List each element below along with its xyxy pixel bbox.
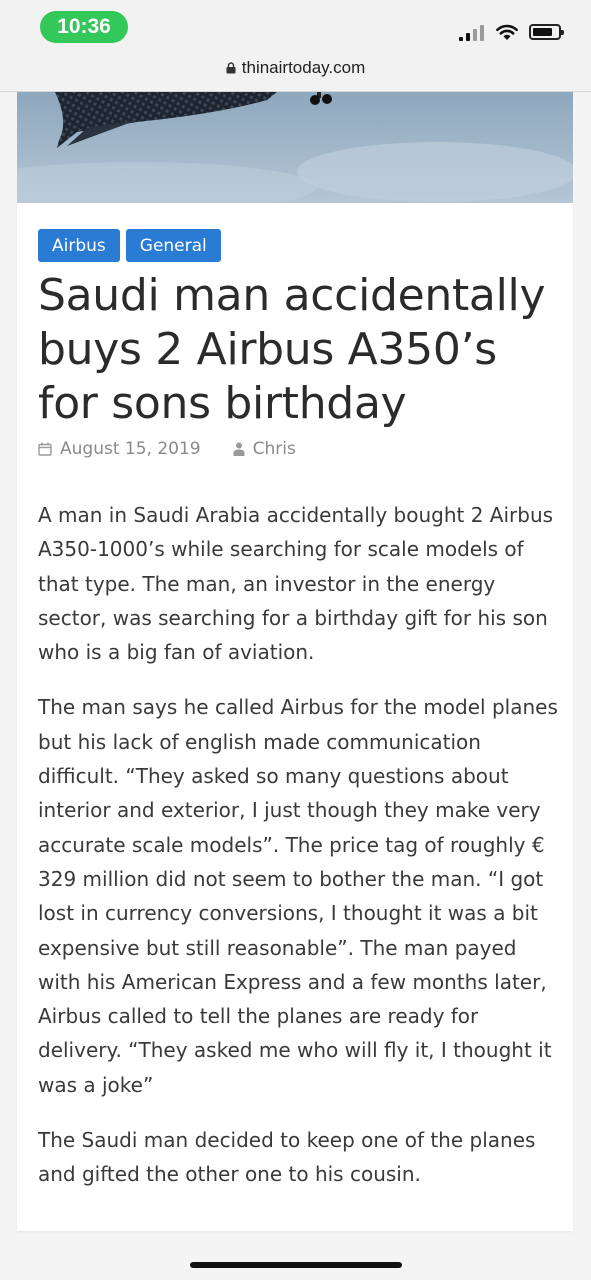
- paragraph: The man says he called Airbus for the mo…: [38, 695, 558, 1097]
- paragraph: The Saudi man decided to keep one of the…: [38, 1128, 536, 1187]
- calendar-icon: [38, 442, 52, 456]
- post-author[interactable]: Chris: [253, 439, 296, 459]
- post-date[interactable]: August 15, 2019: [60, 439, 201, 459]
- airplane-image: [17, 92, 573, 203]
- featured-image: [17, 92, 573, 203]
- cellular-signal-icon: [459, 23, 485, 41]
- user-icon: [233, 442, 245, 456]
- battery-icon: [529, 24, 564, 40]
- home-indicator[interactable]: [190, 1262, 402, 1268]
- status-icons: [459, 20, 564, 44]
- article-card: Airbus General Saudi man accidentally bu…: [17, 203, 573, 1231]
- page: 10:36 thinairtoday.com Airbus General Sa…: [0, 0, 591, 1280]
- paragraph: A man in Saudi Arabia accidentally bough…: [38, 503, 554, 665]
- article-meta: August 15, 2019 Chris: [38, 439, 296, 459]
- url-text[interactable]: thinairtoday.com: [242, 58, 365, 78]
- category-tags: Airbus General: [38, 229, 221, 262]
- tag-airbus[interactable]: Airbus: [38, 229, 120, 262]
- article-body: A man in Saudi Arabia accidentally bough…: [38, 498, 563, 1213]
- status-time[interactable]: 10:36: [40, 11, 128, 43]
- article-title: Saudi man accidentally buys 2 Airbus A35…: [38, 270, 546, 429]
- lock-icon: [226, 62, 236, 74]
- address-bar[interactable]: thinairtoday.com: [0, 56, 591, 80]
- tag-general[interactable]: General: [125, 229, 221, 262]
- wifi-icon: [496, 24, 518, 40]
- browser-top-bar: 10:36 thinairtoday.com: [0, 0, 591, 92]
